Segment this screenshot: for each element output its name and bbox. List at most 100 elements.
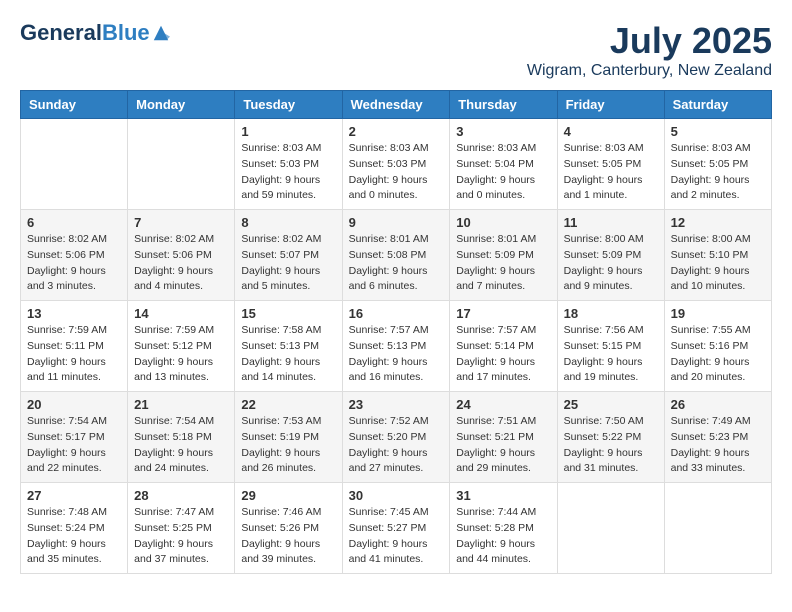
daylight-text: Daylight: 9 hours <box>349 265 428 277</box>
sunset-text: Sunset: 5:05 PM <box>564 158 642 170</box>
sunrise-text: Sunrise: 7:53 AM <box>241 415 321 427</box>
daylight-text: Daylight: 9 hours <box>456 265 535 277</box>
day-info: Sunrise: 7:56 AMSunset: 5:15 PMDaylight:… <box>564 323 658 386</box>
daylight-text: and 13 minutes. <box>134 371 209 383</box>
daylight-text: Daylight: 9 hours <box>241 356 320 368</box>
sunset-text: Sunset: 5:03 PM <box>349 158 427 170</box>
daylight-text: Daylight: 9 hours <box>27 538 106 550</box>
calendar-cell: 11Sunrise: 8:00 AMSunset: 5:09 PMDayligh… <box>557 210 664 301</box>
sunset-text: Sunset: 5:09 PM <box>456 249 534 261</box>
daylight-text: and 2 minutes. <box>671 189 740 201</box>
daylight-text: and 26 minutes. <box>241 462 316 474</box>
day-number: 19 <box>671 306 765 321</box>
day-info: Sunrise: 7:54 AM Sunset: 5:18 PM Daylight:… <box>134 414 228 477</box>
sunrise-text: Sunrise: 7:54 AM <box>134 415 214 427</box>
daylight-text: Daylight: 9 hours <box>671 356 750 368</box>
logo-general: GeneralBlue <box>20 20 150 46</box>
day-number: 17 <box>456 306 550 321</box>
daylight-text: Daylight: 9 hours <box>456 538 535 550</box>
sunset-text: Sunset: 5:23 PM <box>671 431 749 443</box>
sunset-text: Sunset: 5:16 PM <box>671 340 749 352</box>
sunset-text: Sunset: 5:20 PM <box>349 431 427 443</box>
sunrise-text: Sunrise: 7:55 AM <box>671 324 751 336</box>
sunrise-text: Sunrise: 8:00 AM <box>671 233 751 245</box>
daylight-text: Daylight: 9 hours <box>241 174 320 186</box>
sunset-text: Sunset: 5:27 PM <box>349 522 427 534</box>
day-number: 25 <box>564 397 658 412</box>
sunset-text: Sunset: 5:04 PM <box>456 158 534 170</box>
daylight-text: Daylight: 9 hours <box>134 447 213 459</box>
day-number: 30 <box>349 488 444 503</box>
day-info: Sunrise: 8:01 AMSunset: 5:08 PMDaylight:… <box>349 232 444 295</box>
daylight-text: Daylight: 9 hours <box>134 356 213 368</box>
daylight-text: and 27 minutes. <box>349 462 424 474</box>
calendar-cell: 2Sunrise: 8:03 AMSunset: 5:03 PMDaylight… <box>342 119 450 210</box>
daylight-text: and 33 minutes. <box>671 462 746 474</box>
day-info: Sunrise: 7:57 AMSunset: 5:13 PMDaylight:… <box>349 323 444 386</box>
calendar-cell: 1 Sunrise: 8:03 AM Sunset: 5:03 PM Daylight… <box>235 119 342 210</box>
daylight-text: Daylight: 9 hours <box>241 538 320 550</box>
sunrise-text: Sunrise: 7:44 AM <box>456 506 536 518</box>
daylight-text: and 29 minutes. <box>456 462 531 474</box>
sunrise-text: Sunrise: 7:54 AM <box>27 415 107 427</box>
daylight-text: and 44 minutes. <box>456 553 531 565</box>
calendar-cell: 9Sunrise: 8:01 AMSunset: 5:08 PMDaylight… <box>342 210 450 301</box>
calendar-cell: 30Sunrise: 7:45 AMSunset: 5:27 PMDayligh… <box>342 483 450 574</box>
sunrise-text: Sunrise: 7:48 AM <box>27 506 107 518</box>
calendar-cell <box>21 119 128 210</box>
calendar-cell: 18Sunrise: 7:56 AMSunset: 5:15 PMDayligh… <box>557 301 664 392</box>
daylight-text: and 3 minutes. <box>27 280 96 292</box>
sunrise-text: Sunrise: 8:02 AM <box>241 233 321 245</box>
sunrise-text: Sunrise: 8:03 AM <box>241 142 321 154</box>
sunset-text: Sunset: 5:03 PM <box>241 158 319 170</box>
sunrise-text: Sunrise: 7:46 AM <box>241 506 321 518</box>
daylight-text: Daylight: 9 hours <box>27 356 106 368</box>
sunrise-text: Sunrise: 8:01 AM <box>456 233 536 245</box>
calendar-cell: 20Sunrise: 7:54 AMSunset: 5:17 PMDayligh… <box>21 392 128 483</box>
daylight-text: and 11 minutes. <box>27 371 101 383</box>
sunset-text: Sunset: 5:18 PM <box>134 431 212 443</box>
daylight-text: Daylight: 9 hours <box>134 538 213 550</box>
daylight-text: and 39 minutes. <box>241 553 316 565</box>
day-info: Sunrise: 7:55 AM Sunset: 5:16 PM Daylight:… <box>671 323 765 386</box>
page-header: GeneralBlue July 2025 Wigram, Canterbury… <box>20 20 772 80</box>
calendar-cell <box>557 483 664 574</box>
day-info: Sunrise: 8:01 AM Sunset: 5:09 PM Daylight:… <box>456 232 550 295</box>
daylight-text: and 10 minutes. <box>671 280 746 292</box>
daylight-text: Daylight: 9 hours <box>564 447 643 459</box>
sunset-text: Sunset: 5:06 PM <box>27 249 105 261</box>
daylight-text: and 1 minute. <box>564 189 628 201</box>
calendar-cell: 22Sunrise: 7:53 AMSunset: 5:19 PMDayligh… <box>235 392 342 483</box>
sunset-text: Sunset: 5:07 PM <box>241 249 319 261</box>
daylight-text: and 17 minutes. <box>456 371 531 383</box>
day-number: 26 <box>671 397 765 412</box>
daylight-text: and 22 minutes. <box>27 462 102 474</box>
day-number: 13 <box>27 306 121 321</box>
day-info: Sunrise: 8:03 AMSunset: 5:04 PMDaylight:… <box>456 141 550 204</box>
calendar-cell <box>664 483 771 574</box>
sunset-text: Sunset: 5:11 PM <box>27 340 104 352</box>
sunset-text: Sunset: 5:15 PM <box>564 340 642 352</box>
day-number: 20 <box>27 397 121 412</box>
day-info: Sunrise: 8:00 AMSunset: 5:09 PMDaylight:… <box>564 232 658 295</box>
daylight-text: and 5 minutes. <box>241 280 310 292</box>
weekday-header-saturday: Saturday <box>664 91 771 119</box>
weekday-header-tuesday: Tuesday <box>235 91 342 119</box>
day-info: Sunrise: 8:02 AMSunset: 5:06 PMDaylight:… <box>27 232 121 295</box>
day-number: 24 <box>456 397 550 412</box>
day-info: Sunrise: 8:02 AMSunset: 5:06 PMDaylight:… <box>134 232 228 295</box>
calendar-week-row: 13Sunrise: 7:59 AMSunset: 5:11 PMDayligh… <box>21 301 772 392</box>
weekday-header-wednesday: Wednesday <box>342 91 450 119</box>
day-info: Sunrise: 7:51 AMSunset: 5:21 PMDaylight:… <box>456 414 550 477</box>
daylight-text: Daylight: 9 hours <box>671 174 750 186</box>
calendar-cell: 10Sunrise: 8:01 AMSunset: 5:09 PMDayligh… <box>450 210 557 301</box>
daylight-text: Daylight: 9 hours <box>349 174 428 186</box>
day-number: 1 <box>241 124 335 139</box>
daylight-text: and 7 minutes. <box>456 280 525 292</box>
day-info: Sunrise: 8:00 AMSunset: 5:10 PMDaylight:… <box>671 232 765 295</box>
sunset-text: Sunset: 5:13 PM <box>241 340 319 352</box>
weekday-header-monday: Monday <box>128 91 235 119</box>
day-number: 8 <box>241 215 335 230</box>
day-info: Sunrise: 7:44 AMSunset: 5:28 PMDaylight:… <box>456 505 550 568</box>
sunrise-text: Sunrise: 7:51 AM <box>456 415 536 427</box>
